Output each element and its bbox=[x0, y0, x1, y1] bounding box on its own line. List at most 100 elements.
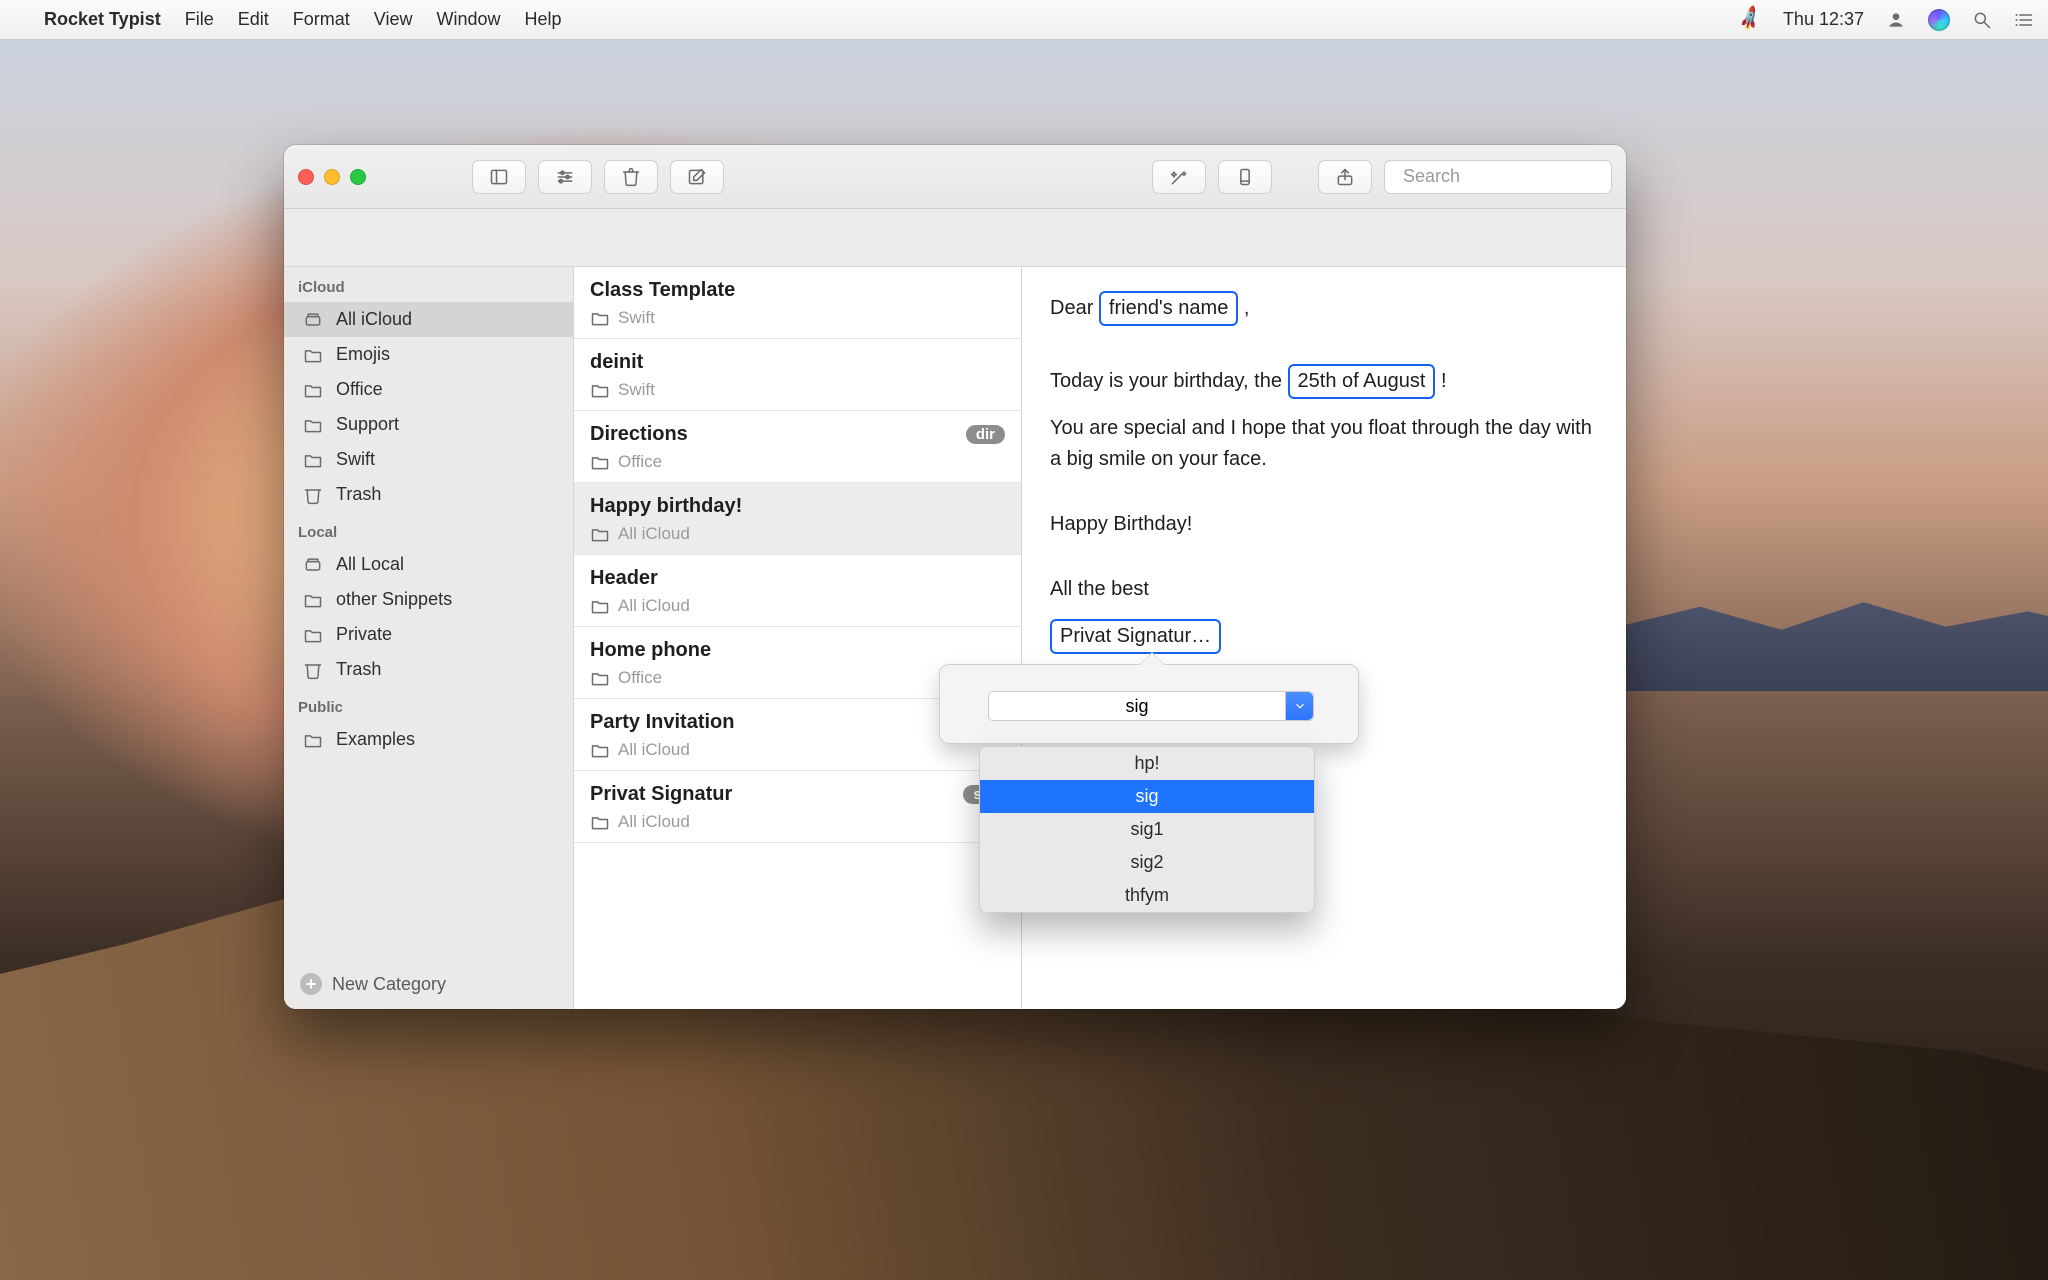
sidebar-item-private[interactable]: Private bbox=[284, 617, 573, 652]
dropdown-option[interactable]: sig bbox=[980, 780, 1314, 813]
placeholder-date[interactable]: 25th of August bbox=[1288, 364, 1436, 399]
sidebar-section-public-title: Public bbox=[284, 687, 573, 722]
menubar-item-view[interactable]: View bbox=[374, 9, 413, 30]
window-close-button[interactable] bbox=[298, 169, 314, 185]
signature-input[interactable] bbox=[989, 696, 1285, 717]
magic-button[interactable] bbox=[1152, 160, 1206, 194]
plus-circle-icon: + bbox=[300, 973, 322, 995]
snippet-badge: dir bbox=[966, 425, 1005, 444]
window-zoom-button[interactable] bbox=[350, 169, 366, 185]
siri-status-icon[interactable] bbox=[1928, 9, 1950, 31]
snippet-row[interactable]: Happy birthday! All iCloud bbox=[574, 483, 1021, 555]
folder-icon bbox=[590, 596, 610, 616]
signature-dropdown[interactable]: hp! sig sig1 sig2 thfym bbox=[979, 746, 1315, 913]
sidebar-item-all-local[interactable]: All Local bbox=[284, 547, 573, 582]
dropdown-option[interactable]: hp! bbox=[980, 747, 1314, 780]
placeholder-name[interactable]: friend's name bbox=[1099, 291, 1238, 326]
folder-icon bbox=[302, 346, 324, 364]
folder-icon bbox=[590, 452, 610, 472]
window-titlebar[interactable] bbox=[284, 145, 1626, 209]
snippet-title: Home phone bbox=[590, 639, 711, 662]
window-minimize-button[interactable] bbox=[324, 169, 340, 185]
menubar-item-file[interactable]: File bbox=[185, 9, 214, 30]
sidebar-item-label: Emojis bbox=[336, 344, 390, 365]
menubar-item-format[interactable]: Format bbox=[293, 9, 350, 30]
menubar-clock[interactable]: Thu 12:37 bbox=[1783, 9, 1864, 30]
preferences-button[interactable] bbox=[538, 160, 592, 194]
spotlight-status-icon[interactable] bbox=[1972, 10, 1992, 30]
folder-icon bbox=[590, 524, 610, 544]
sidebar-item-office[interactable]: Office bbox=[284, 372, 573, 407]
snippet-title: deinit bbox=[590, 351, 643, 374]
dropdown-option[interactable]: sig1 bbox=[980, 813, 1314, 846]
toolbar-right-group bbox=[1318, 160, 1612, 194]
compose-button[interactable] bbox=[670, 160, 724, 194]
menubar-item-window[interactable]: Window bbox=[436, 9, 500, 30]
search-field[interactable] bbox=[1384, 160, 1612, 194]
editor-line-greeting: Dear friend's name , bbox=[1050, 291, 1598, 326]
snippet-title: Directions bbox=[590, 423, 688, 446]
sidebar-section-local-title: Local bbox=[284, 512, 573, 547]
sidebar-item-examples[interactable]: Examples bbox=[284, 722, 573, 757]
window-columns: iCloud All iCloud Emojis Office Support … bbox=[284, 267, 1626, 1009]
folder-icon bbox=[590, 740, 610, 760]
share-button[interactable] bbox=[1318, 160, 1372, 194]
editor-line-closing: All the best bbox=[1050, 574, 1598, 605]
menubar-item-edit[interactable]: Edit bbox=[238, 9, 269, 30]
trash-icon bbox=[302, 486, 324, 504]
list-status-icon[interactable] bbox=[2014, 10, 2034, 30]
placeholder-signature[interactable]: Privat Signatur… bbox=[1050, 619, 1221, 654]
sidebar-item-label: All Local bbox=[336, 554, 404, 575]
sidebar-item-all-icloud[interactable]: All iCloud bbox=[284, 302, 573, 337]
snippet-row[interactable]: Class Template Swift bbox=[574, 267, 1021, 339]
snippet-title: Header bbox=[590, 567, 658, 590]
dropdown-option[interactable]: sig2 bbox=[980, 846, 1314, 879]
sidebar-item-label: All iCloud bbox=[336, 309, 412, 330]
sidebar-section-icloud-title: iCloud bbox=[284, 267, 573, 302]
sidebar-item-emojis[interactable]: Emojis bbox=[284, 337, 573, 372]
editor-line-date: Today is your birthday, the 25th of Augu… bbox=[1050, 364, 1598, 399]
macos-menubar: Rocket Typist File Edit Format View Wind… bbox=[0, 0, 2048, 40]
editor-text: Dear bbox=[1050, 297, 1099, 319]
user-status-icon[interactable] bbox=[1886, 10, 1906, 30]
snippet-row[interactable]: Directions dir Office bbox=[574, 411, 1021, 483]
snippet-folder: Office bbox=[618, 668, 662, 688]
sidebar-item-label: Office bbox=[336, 379, 383, 400]
sidebar-item-support[interactable]: Support bbox=[284, 407, 573, 442]
device-button[interactable] bbox=[1218, 160, 1272, 194]
sidebar-item-swift[interactable]: Swift bbox=[284, 442, 573, 477]
toolbar-left-group bbox=[472, 160, 724, 194]
menubar-item-help[interactable]: Help bbox=[525, 9, 562, 30]
dropdown-option[interactable]: thfym bbox=[980, 879, 1314, 912]
rocket-status-icon[interactable]: 🚀 bbox=[1735, 5, 1765, 34]
folder-icon bbox=[590, 812, 610, 832]
snippet-folder: Office bbox=[618, 452, 662, 472]
window-subtoolbar bbox=[284, 209, 1626, 267]
snippet-folder: Swift bbox=[618, 380, 655, 400]
sidebar-item-other-snippets[interactable]: other Snippets bbox=[284, 582, 573, 617]
editor-line-happy: Happy Birthday! bbox=[1050, 509, 1598, 540]
snippet-row[interactable]: Header All iCloud bbox=[574, 555, 1021, 627]
menubar-app-name[interactable]: Rocket Typist bbox=[44, 9, 161, 30]
snippet-title: Party Invitation bbox=[590, 711, 734, 734]
combobox-arrow[interactable] bbox=[1285, 692, 1313, 720]
new-category-label: New Category bbox=[332, 974, 446, 995]
sidebar-item-trash-icloud[interactable]: Trash bbox=[284, 477, 573, 512]
sliders-icon bbox=[555, 167, 575, 187]
search-input[interactable] bbox=[1403, 166, 1626, 187]
folder-icon bbox=[302, 591, 324, 609]
editor-text: ! bbox=[1441, 370, 1447, 392]
folder-icon bbox=[302, 381, 324, 399]
snippet-row[interactable]: deinit Swift bbox=[574, 339, 1021, 411]
toggle-sidebar-button[interactable] bbox=[472, 160, 526, 194]
sidebar-item-label: other Snippets bbox=[336, 589, 452, 610]
sidebar-item-trash-local[interactable]: Trash bbox=[284, 652, 573, 687]
editor-line-body: You are special and I hope that you floa… bbox=[1050, 413, 1598, 475]
folder-icon bbox=[302, 416, 324, 434]
toolbar-center-group bbox=[1152, 160, 1272, 194]
signature-combobox[interactable] bbox=[988, 691, 1314, 721]
new-category-button[interactable]: + New Category bbox=[284, 963, 573, 1009]
delete-button[interactable] bbox=[604, 160, 658, 194]
editor-text: Today is your birthday, the bbox=[1050, 370, 1288, 392]
snippet-row[interactable]: Privat Signatursig All iCloud bbox=[574, 771, 1021, 843]
